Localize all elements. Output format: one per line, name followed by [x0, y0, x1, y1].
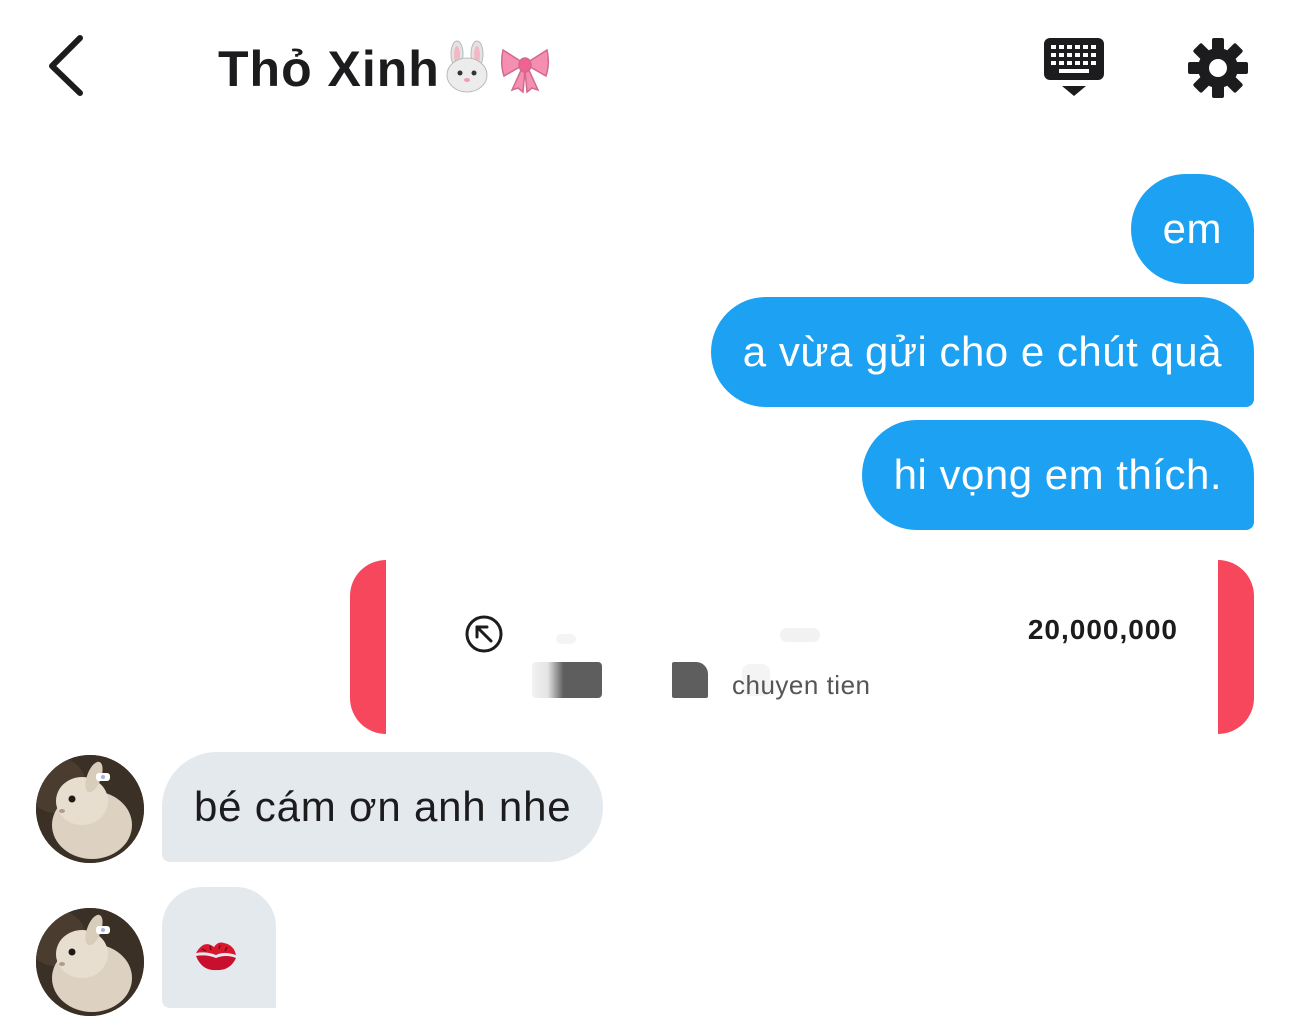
- ribbon-icon: [500, 48, 550, 94]
- settings-button[interactable]: [1186, 36, 1250, 100]
- redacted-text: [532, 662, 602, 698]
- rabbit-face-icon: [446, 40, 488, 93]
- gear-icon: [1188, 38, 1248, 98]
- incoming-emoji-message[interactable]: [162, 887, 276, 1008]
- transfer-amount: 20,000,000: [1027, 614, 1178, 645]
- keyboard-icon: [1044, 38, 1104, 96]
- redacted-text: [780, 628, 820, 642]
- transfer-memo: chuyen tien: [732, 670, 871, 700]
- transfer-card-body: 20,000,000 chuyen tien: [386, 560, 1218, 734]
- redacted-text: [672, 662, 708, 698]
- money-transfer-card[interactable]: 20,000,000 chuyen tien: [350, 560, 1254, 734]
- transfer-card-edge-right: [1218, 560, 1254, 734]
- rabbit-avatar-image: [36, 908, 144, 1016]
- back-chevron-icon: [49, 35, 83, 96]
- rabbit-avatar-image: [36, 755, 144, 863]
- outgoing-message[interactable]: hi vọng em thích.: [861, 420, 1254, 530]
- chat-header: Thỏ Xinh: [0, 0, 1290, 130]
- transfer-card-edge-left: [350, 560, 386, 734]
- incoming-message[interactable]: bé cám ơn anh nhe: [162, 752, 604, 862]
- keyboard-toggle-button[interactable]: [1040, 36, 1108, 102]
- outgoing-message[interactable]: em: [1130, 174, 1254, 284]
- outgoing-message[interactable]: a vừa gửi cho e chút quà: [710, 297, 1254, 407]
- contact-avatar[interactable]: [36, 755, 144, 863]
- redacted-text: [556, 634, 576, 644]
- contact-avatar[interactable]: [36, 908, 144, 1016]
- back-button[interactable]: [40, 30, 94, 100]
- arrow-up-left-icon: [465, 615, 503, 653]
- chat-title: Thỏ Xinh: [218, 41, 440, 97]
- kiss-mark-icon: [196, 942, 236, 971]
